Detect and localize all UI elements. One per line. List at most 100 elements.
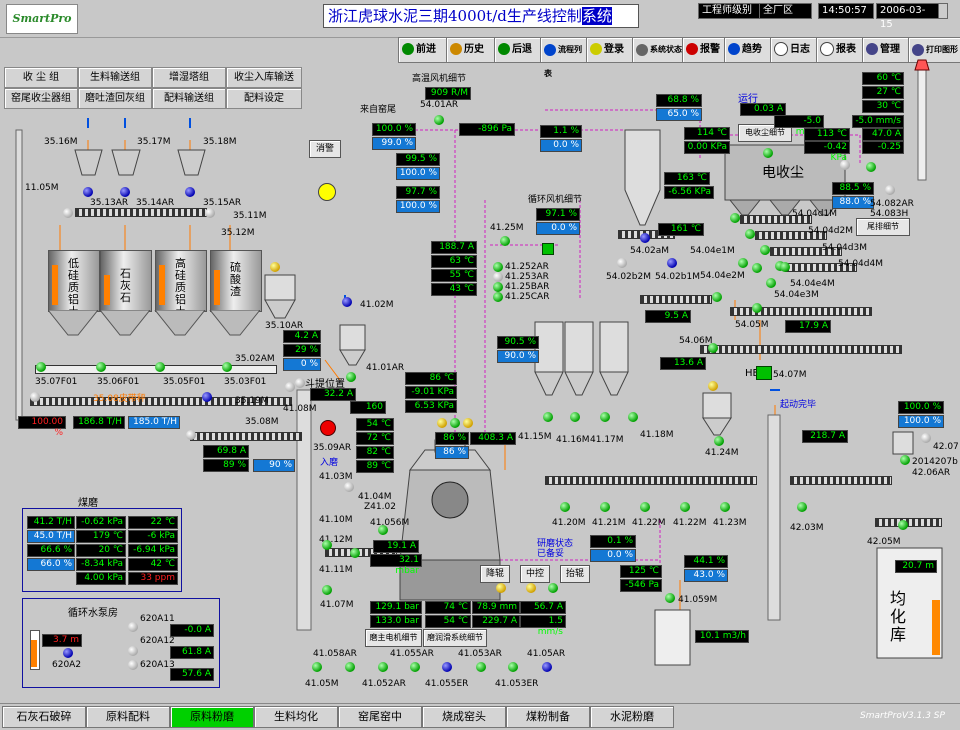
conveyor-42-05[interactable]	[875, 518, 942, 527]
motor-41-056[interactable]	[378, 525, 388, 535]
red-gate-indicator[interactable]	[320, 420, 336, 436]
valve-54-02a[interactable]	[640, 233, 650, 243]
motor-mill-a[interactable]	[437, 418, 447, 428]
motor-41-22[interactable]	[640, 502, 650, 512]
tail-fan-detail-button[interactable]: 尾排细节	[856, 218, 910, 236]
motor-35-08[interactable]	[186, 430, 196, 440]
motor-54-05b[interactable]	[752, 303, 762, 313]
motor-54-082[interactable]	[885, 185, 895, 195]
fan-41-058[interactable]	[345, 662, 355, 672]
motor-41-059[interactable]	[665, 593, 675, 603]
conveyor-54-06[interactable]	[700, 345, 902, 354]
motor-35-15[interactable]	[185, 187, 195, 197]
motor-41-252[interactable]	[493, 262, 503, 272]
motor-41-16[interactable]	[570, 412, 580, 422]
motor-41-20[interactable]	[560, 502, 570, 512]
tab-kiln-tail[interactable]: 窑尾窑中	[338, 706, 422, 728]
pump-620a12[interactable]	[128, 646, 138, 656]
motor-41-23b[interactable]	[720, 502, 730, 512]
tail-fan-motor[interactable]	[866, 162, 876, 172]
feeder-35-03[interactable]	[222, 362, 232, 372]
motor-41-21[interactable]	[600, 502, 610, 512]
motor-41-01[interactable]	[346, 372, 356, 382]
motor-54-02b1[interactable]	[667, 258, 677, 268]
fan-41-05[interactable]	[312, 662, 322, 672]
motor-54-04e4[interactable]	[780, 262, 790, 272]
conveyor-35-08[interactable]	[190, 432, 302, 441]
conveyor-42-03[interactable]	[790, 476, 892, 485]
fan-41-052[interactable]	[378, 662, 388, 672]
he-arrow[interactable]	[756, 366, 772, 380]
conveyor-35-14[interactable]	[75, 208, 207, 217]
tab-raw-homogenizing[interactable]: 生料均化	[254, 706, 338, 728]
fan-41-053a[interactable]	[476, 662, 486, 672]
motor-41-24[interactable]	[714, 436, 724, 446]
fan-41-055e[interactable]	[442, 662, 452, 672]
motor-54-05a[interactable]	[712, 292, 722, 302]
motor-42-03[interactable]	[797, 502, 807, 512]
motor-41-23a[interactable]	[680, 502, 690, 512]
motor-mill-c[interactable]	[463, 418, 473, 428]
motor-54-04d3[interactable]	[760, 245, 770, 255]
motor-35-13-b[interactable]	[63, 208, 73, 218]
motor-41-25c[interactable]	[493, 292, 503, 302]
motor-41-25[interactable]	[500, 236, 510, 246]
motor-54-04e2[interactable]	[752, 263, 762, 273]
motor-35-11[interactable]	[205, 208, 215, 218]
fan-41-02[interactable]	[342, 297, 352, 307]
motor-41-11[interactable]	[350, 548, 360, 558]
mute-alarm-button[interactable]: 消警	[309, 140, 341, 158]
feeder-35-05[interactable]	[155, 362, 165, 372]
valve-esp-out[interactable]	[840, 160, 850, 170]
tab-kiln-head[interactable]: 烧成窑头	[422, 706, 506, 728]
fan-41-24[interactable]	[708, 381, 718, 391]
conveyor-41-20[interactable]	[545, 476, 757, 485]
motor-35-13[interactable]	[83, 187, 93, 197]
tab-coal-prep[interactable]: 煤粉制备	[506, 706, 590, 728]
tab-limestone-crushing[interactable]: 石灰石破碎	[2, 706, 86, 728]
hot-fan-motor[interactable]	[434, 115, 444, 125]
motor-41-03[interactable]	[344, 482, 354, 492]
motor-41-08-b[interactable]	[295, 378, 305, 388]
motor-35-14[interactable]	[120, 187, 130, 197]
motor-42-05[interactable]	[898, 520, 908, 530]
motor-41-18[interactable]	[628, 412, 638, 422]
motor-41-07[interactable]	[322, 585, 332, 595]
motor-41-25b[interactable]	[493, 282, 503, 292]
main-motor-detail-button[interactable]: 磨主电机细节	[365, 629, 422, 647]
raise-roller-button[interactable]: 抬辊	[560, 565, 590, 583]
motor-54-04e3[interactable]	[766, 278, 776, 288]
motor-42-07[interactable]	[921, 433, 931, 443]
damper-41-25[interactable]	[542, 243, 554, 255]
pump-620a2[interactable]	[63, 648, 73, 658]
motor-41-12[interactable]	[322, 540, 332, 550]
motor-54-02b2[interactable]	[617, 258, 627, 268]
motor-35-19-b[interactable]	[202, 392, 212, 402]
central-control-button[interactable]: 中控	[520, 565, 550, 583]
fan-35-10[interactable]	[270, 262, 280, 272]
pump-620a11[interactable]	[128, 622, 138, 632]
lube-detail-button[interactable]: 磨润滑系统细节	[423, 629, 487, 647]
motor-54-04e1[interactable]	[738, 258, 748, 268]
pump-620a13[interactable]	[128, 660, 138, 670]
tab-raw-batching[interactable]: 原料配料	[86, 706, 170, 728]
fan-41-053b[interactable]	[508, 662, 518, 672]
motor-41-253[interactable]	[493, 272, 503, 282]
motor-2014207b[interactable]	[900, 455, 910, 465]
motor-54-04d1[interactable]	[730, 213, 740, 223]
alarm-clock-icon[interactable]	[318, 183, 336, 201]
motor-54-06[interactable]	[708, 343, 718, 353]
motor-41-17[interactable]	[600, 412, 610, 422]
feeder-35-07[interactable]	[36, 362, 46, 372]
feeder-35-06[interactable]	[96, 362, 106, 372]
tab-cement-grinding[interactable]: 水泥粉磨	[590, 706, 674, 728]
tab-raw-grinding[interactable]: 原料粉磨	[170, 706, 254, 728]
fan-41-053e[interactable]	[542, 662, 552, 672]
conveyor-54-04e[interactable]	[640, 295, 712, 304]
motor-41-08-a[interactable]	[285, 382, 295, 392]
motor-35-19-a[interactable]	[30, 392, 40, 402]
motor-54-04d2[interactable]	[745, 229, 755, 239]
motor-mill-b[interactable]	[450, 418, 460, 428]
lower-roller-button[interactable]: 降辊	[480, 565, 510, 583]
motor-41-15[interactable]	[543, 412, 553, 422]
